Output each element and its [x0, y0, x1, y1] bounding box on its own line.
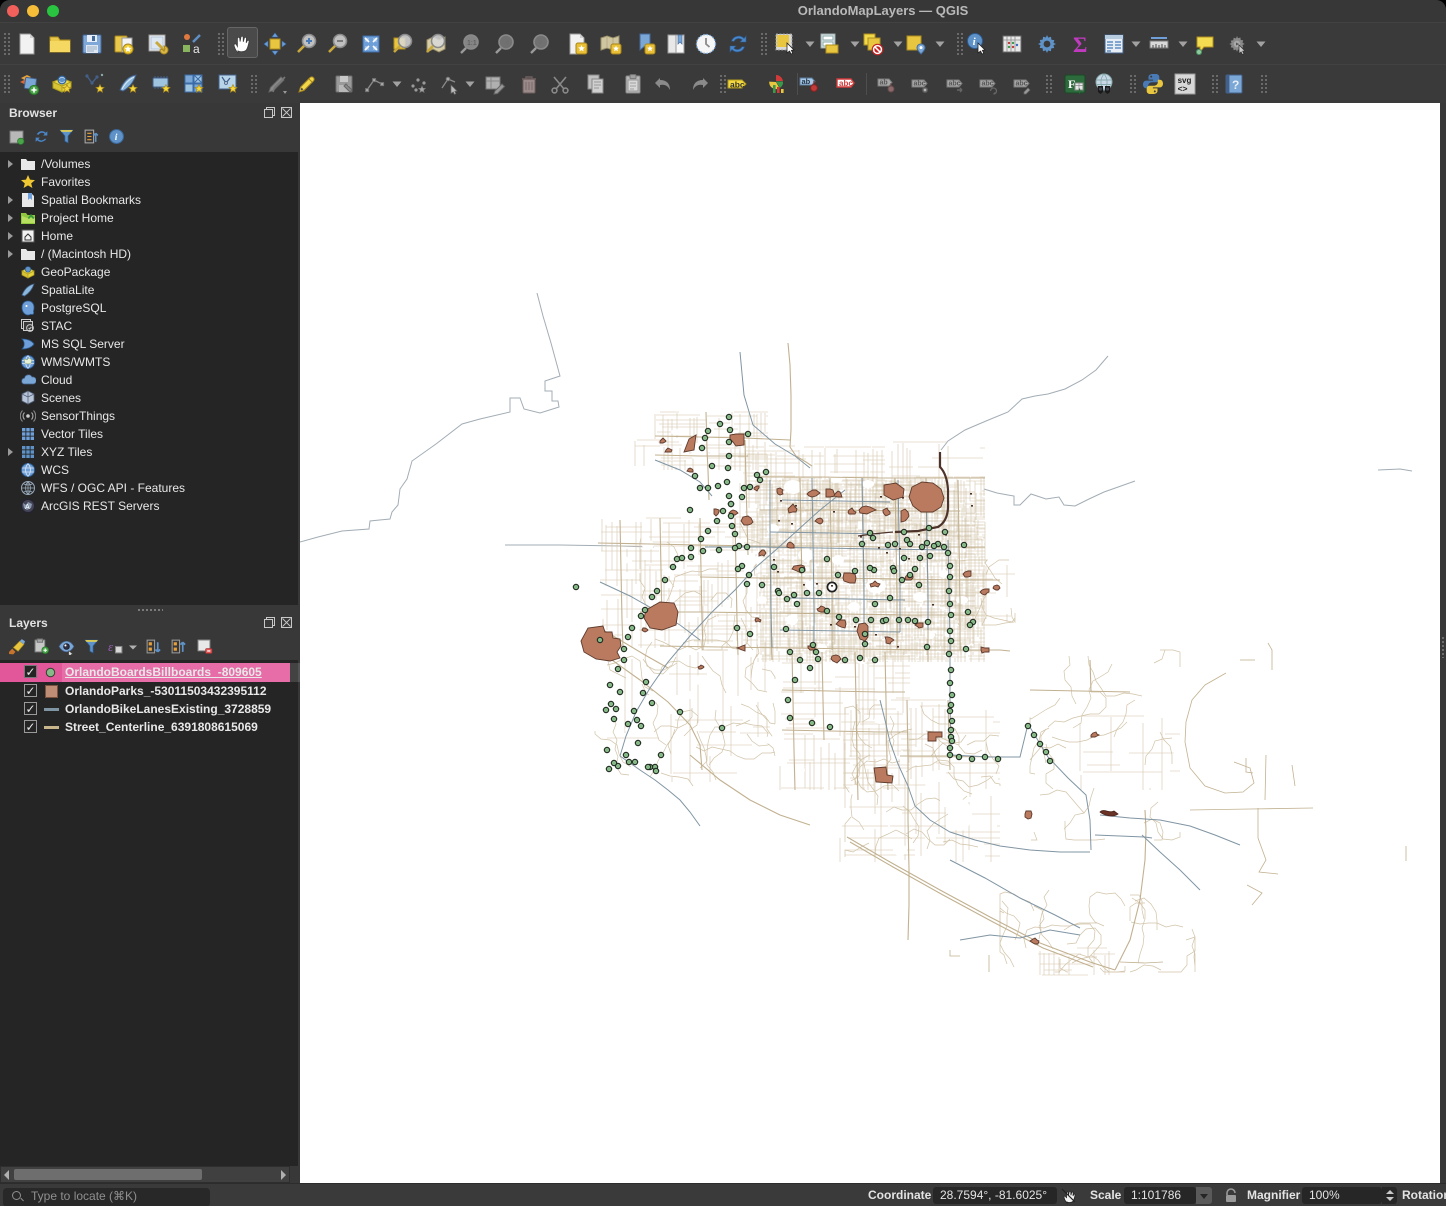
svg-text:abc: abc: [730, 80, 745, 90]
svg-text:ε: ε: [108, 640, 114, 654]
svg-text:Σ: Σ: [1073, 32, 1087, 56]
svg-text:abc: abc: [914, 81, 926, 88]
svg-text:<>: <>: [1178, 84, 1188, 94]
svg-text:F: F: [1068, 77, 1075, 91]
svg-text:?: ?: [1232, 78, 1239, 92]
svg-text:A: A: [25, 504, 30, 511]
svg-text:abc: abc: [949, 81, 961, 88]
svg-text:ab: ab: [880, 80, 888, 87]
svg-text:i: i: [115, 132, 118, 143]
svg-text:abc: abc: [1016, 81, 1028, 88]
svg-text:abc: abc: [839, 79, 853, 88]
svg-text:ab: ab: [802, 77, 811, 86]
svg-text:a: a: [193, 42, 200, 56]
svg-text:abc: abc: [982, 81, 994, 88]
svg-text:1:1: 1:1: [467, 40, 477, 47]
